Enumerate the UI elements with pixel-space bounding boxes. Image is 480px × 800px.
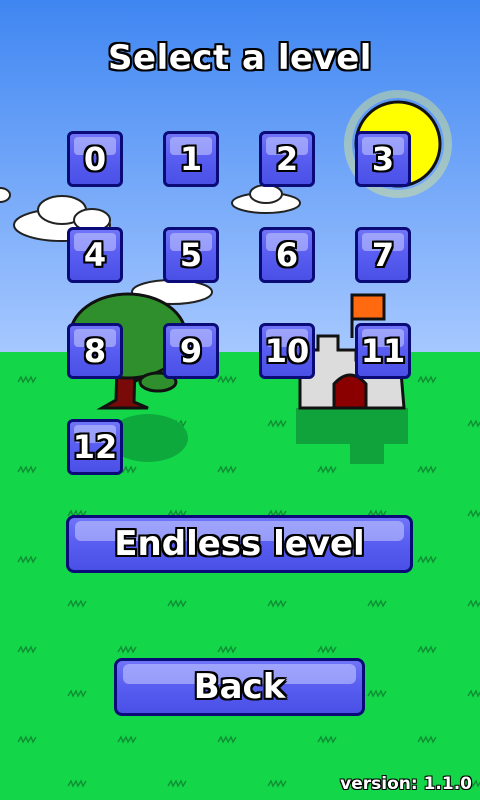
back-button[interactable]: Back (114, 658, 365, 716)
level-button-11[interactable]: 11 (355, 323, 411, 379)
level-number: 7 (371, 236, 395, 274)
level-button-2[interactable]: 2 (259, 131, 315, 187)
back-label: Back (193, 667, 286, 707)
level-number: 11 (360, 332, 406, 370)
endless-level-label: Endless level (114, 524, 365, 564)
level-button-7[interactable]: 7 (355, 227, 411, 283)
level-number: 4 (83, 236, 107, 274)
page-title: Select a level (108, 38, 372, 78)
level-button-3[interactable]: 3 (355, 131, 411, 187)
level-button-5[interactable]: 5 (163, 227, 219, 283)
level-number: 0 (83, 140, 107, 178)
level-number: 3 (371, 140, 395, 178)
version-label: version: 1.1.0 (340, 774, 472, 794)
castle-shadow (296, 408, 408, 444)
level-button-10[interactable]: 10 (259, 323, 315, 379)
level-number: 12 (72, 428, 118, 466)
endless-level-button[interactable]: Endless level (66, 515, 413, 573)
level-button-12[interactable]: 12 (67, 419, 123, 475)
level-button-4[interactable]: 4 (67, 227, 123, 283)
castle-shadow-tail (350, 444, 384, 464)
level-button-1[interactable]: 1 (163, 131, 219, 187)
level-number: 2 (275, 140, 299, 178)
cloud (0, 187, 11, 203)
level-number: 1 (179, 140, 203, 178)
level-number: 8 (83, 332, 107, 370)
level-button-0[interactable]: 0 (67, 131, 123, 187)
level-button-6[interactable]: 6 (259, 227, 315, 283)
level-number: 9 (179, 332, 203, 370)
level-number: 10 (264, 332, 310, 370)
level-button-9[interactable]: 9 (163, 323, 219, 379)
level-button-8[interactable]: 8 (67, 323, 123, 379)
level-number: 6 (275, 236, 299, 274)
castle-flag (350, 293, 386, 321)
castle-door (332, 373, 368, 410)
level-number: 5 (179, 236, 203, 274)
